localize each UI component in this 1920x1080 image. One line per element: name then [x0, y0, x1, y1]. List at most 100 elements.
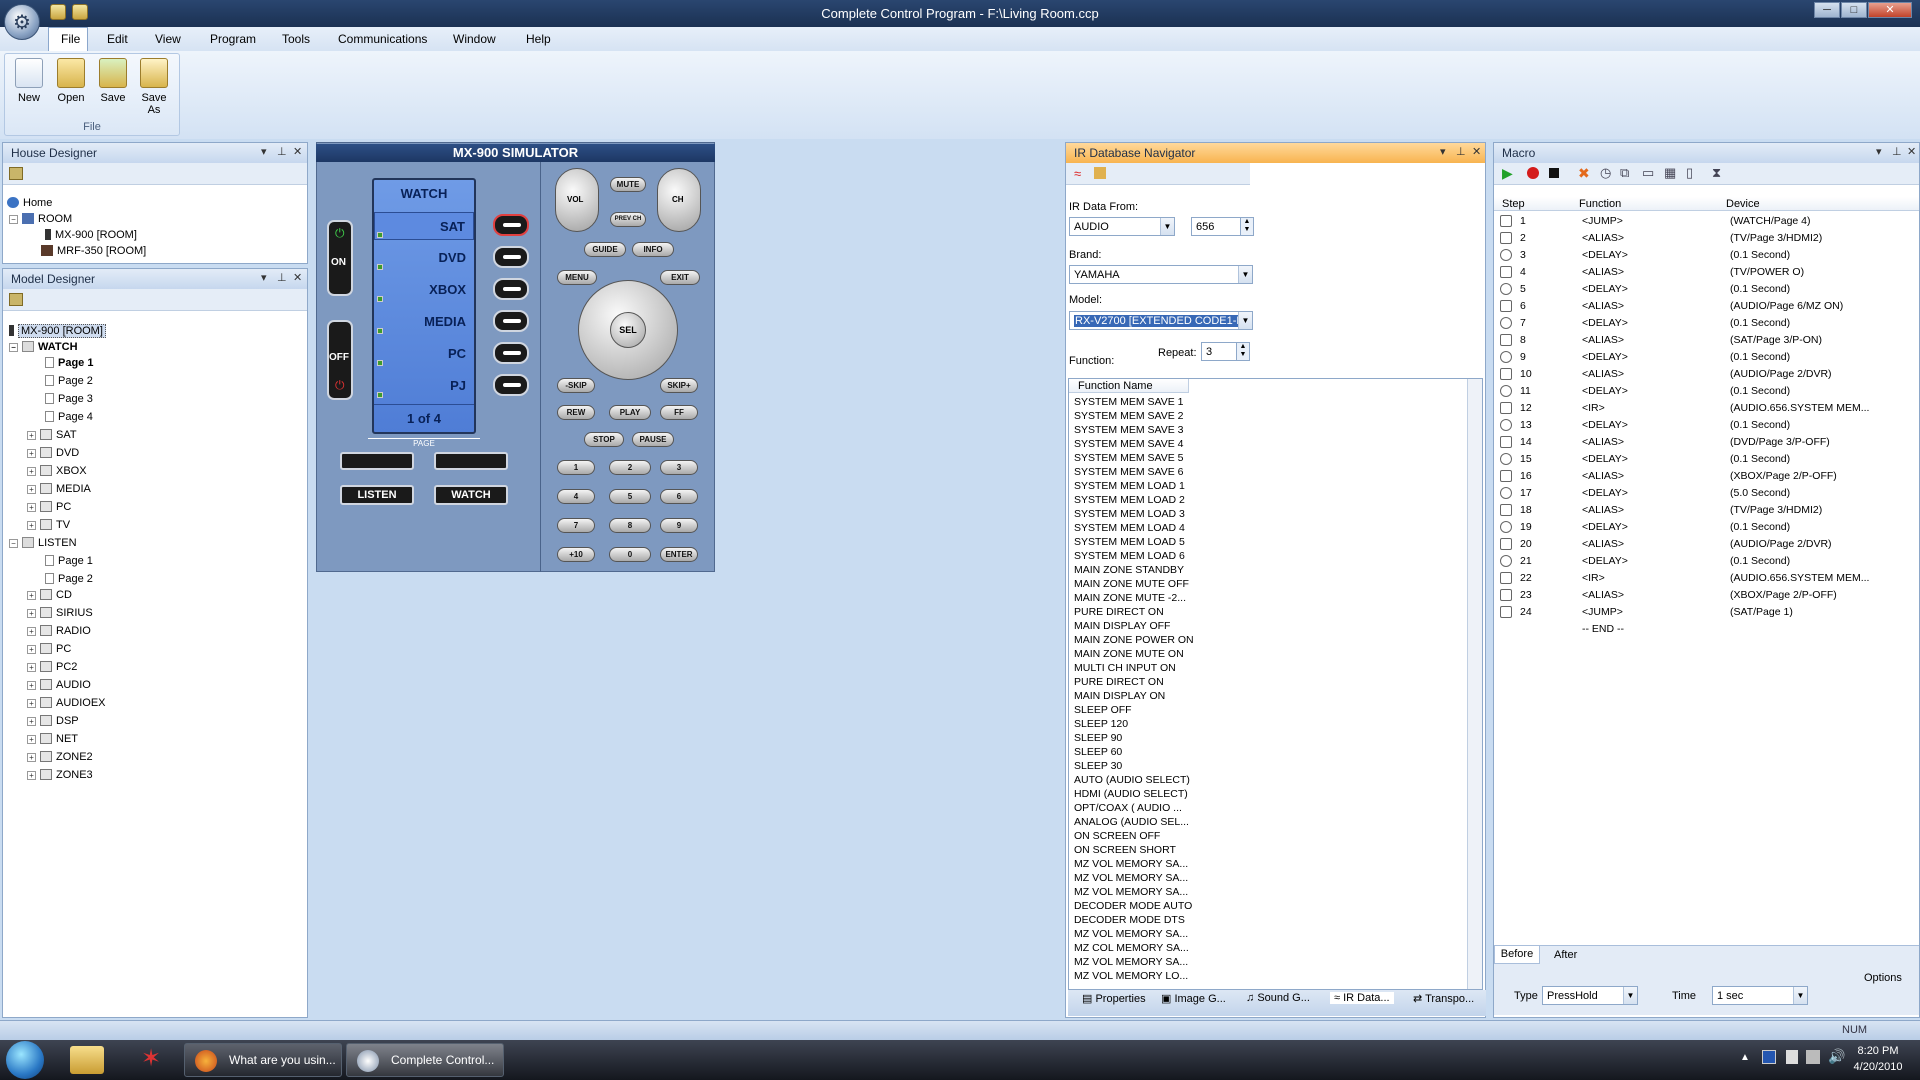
tab-properties[interactable]: ▤ Properties	[1082, 992, 1146, 1005]
function-item[interactable]: SYSTEM MEM LOAD 2	[1074, 494, 1185, 506]
function-item[interactable]: MZ VOL MEMORY SA...	[1074, 858, 1188, 870]
dropdown-icon[interactable]: ▾	[261, 145, 267, 158]
close-icon[interactable]: ✕	[293, 145, 302, 158]
macro-step-row[interactable]: 12 <IR> (AUDIO.656.SYSTEM MEM...	[1494, 400, 1919, 417]
add-icon[interactable]	[9, 167, 23, 180]
function-item[interactable]: SYSTEM MEM SAVE 2	[1074, 410, 1184, 422]
code-input[interactable]: 656	[1191, 217, 1241, 236]
expand-icon[interactable]: +	[27, 485, 36, 494]
tree-room[interactable]: − ROOM	[9, 211, 72, 227]
macro-step-row[interactable]: 15 <DELAY> (0.1 Second)	[1494, 451, 1919, 468]
quick-access-open-icon[interactable]	[50, 4, 66, 20]
minimize-button[interactable]: ─	[1814, 2, 1840, 18]
function-name-column[interactable]: Function Name	[1069, 379, 1189, 393]
timer-icon[interactable]: ⧗	[1712, 165, 1721, 181]
tray-arrow-icon[interactable]: ▲	[1740, 1052, 1750, 1063]
remote-button-skipm[interactable]: -SKIP	[557, 378, 595, 393]
menu-file[interactable]: File	[61, 32, 80, 46]
tray-network-icon[interactable]	[1806, 1050, 1820, 1064]
tree-listen-device-net[interactable]: + NET	[27, 731, 78, 747]
menu-tools[interactable]: Tools	[282, 32, 310, 46]
lcd-item-media[interactable]: MEDIA	[374, 308, 474, 336]
close-button[interactable]: ✕	[1868, 2, 1912, 18]
collapse-icon[interactable]: −	[9, 343, 18, 352]
delete-icon[interactable]: ✖	[1578, 165, 1590, 182]
lcd-item-sat[interactable]: SAT	[374, 212, 474, 240]
menu-edit[interactable]: Edit	[107, 32, 128, 46]
function-item[interactable]: SYSTEM MEM LOAD 6	[1074, 550, 1185, 562]
menu-help[interactable]: Help	[526, 32, 551, 46]
function-item[interactable]: SYSTEM MEM LOAD 3	[1074, 508, 1185, 520]
alias-icon[interactable]: ⧉	[1620, 165, 1629, 181]
menu-button[interactable]: MENU	[557, 270, 597, 285]
add-icon[interactable]	[9, 293, 23, 306]
function-item[interactable]: DECODER MODE DTS	[1074, 914, 1185, 926]
column-device[interactable]: Device	[1726, 198, 1760, 210]
tree-watch-page-1[interactable]: Page 1	[45, 355, 93, 371]
guide-button[interactable]: GUIDE	[584, 242, 626, 257]
expand-icon[interactable]: +	[27, 735, 36, 744]
expand-icon[interactable]: +	[27, 681, 36, 690]
tab-image-gallery[interactable]: ▣ Image G...	[1161, 992, 1226, 1005]
column-function[interactable]: Function	[1579, 198, 1621, 210]
page-right-button[interactable]	[434, 452, 508, 470]
tree-watch-page-4[interactable]: Page 4	[45, 409, 93, 425]
function-item[interactable]: PURE DIRECT ON	[1074, 676, 1164, 688]
chevron-down-icon[interactable]: ▼	[1238, 312, 1252, 329]
tree-mx900[interactable]: MX-900 [ROOM]	[45, 227, 137, 243]
expand-icon[interactable]: +	[27, 663, 36, 672]
remote-button-n10[interactable]: +10	[557, 547, 595, 562]
stop-icon[interactable]	[1549, 168, 1559, 178]
tree-listen-page-1[interactable]: Page 1	[45, 553, 93, 569]
collapse-icon[interactable]: −	[9, 539, 18, 548]
function-item[interactable]: OPT/COAX ( AUDIO ...	[1074, 802, 1182, 814]
tree-watch-device-sat[interactable]: + SAT	[27, 427, 77, 443]
expand-icon[interactable]: +	[27, 609, 36, 618]
expand-icon[interactable]: +	[27, 591, 36, 600]
start-button[interactable]	[6, 1041, 44, 1079]
repeat-input[interactable]: 3	[1201, 342, 1237, 361]
column-step[interactable]: Step	[1502, 198, 1525, 210]
function-item[interactable]: MZ VOL MEMORY SA...	[1074, 886, 1188, 898]
repeat-spinner[interactable]: ▲ ▼	[1236, 342, 1250, 361]
tree-mrf350[interactable]: MRF-350 [ROOM]	[41, 243, 146, 259]
tree-listen-device-sirius[interactable]: + SIRIUS	[27, 605, 93, 621]
save-button[interactable]: Save	[95, 58, 131, 104]
function-item[interactable]: MZ VOL MEMORY SA...	[1074, 928, 1188, 940]
tree-listen-device-dsp[interactable]: + DSP	[27, 713, 79, 729]
function-item[interactable]: SYSTEM MEM SAVE 6	[1074, 466, 1184, 478]
function-item[interactable]: ON SCREEN OFF	[1074, 830, 1160, 842]
expand-icon[interactable]: +	[27, 645, 36, 654]
lcd-item-pc[interactable]: PC	[374, 340, 474, 368]
function-item[interactable]: MAIN ZONE MUTE OFF	[1074, 578, 1189, 590]
tab-after[interactable]: After	[1554, 949, 1577, 961]
quick-access-save-icon[interactable]	[72, 4, 88, 20]
tab-transport[interactable]: ⇄ Transpo...	[1413, 992, 1474, 1005]
tree-listen-device-zone2[interactable]: + ZONE2	[27, 749, 93, 765]
expand-icon[interactable]: +	[27, 771, 36, 780]
function-item[interactable]: ON SCREEN SHORT	[1074, 844, 1176, 856]
remote-button-stop[interactable]: STOP	[584, 432, 624, 447]
save-as-button[interactable]: Save As	[137, 58, 171, 116]
tree-listen-device-pc2[interactable]: + PC2	[27, 659, 77, 675]
side-key-6[interactable]	[493, 374, 529, 396]
macro-step-row[interactable]: 23 <ALIAS> (XBOX/Page 2/P-OFF)	[1494, 587, 1919, 604]
function-item[interactable]: SYSTEM MEM LOAD 5	[1074, 536, 1185, 548]
delay-icon[interactable]: ◷	[1600, 165, 1611, 181]
info-button[interactable]: INFO	[632, 242, 674, 257]
function-item[interactable]: SYSTEM MEM LOAD 4	[1074, 522, 1185, 534]
watch-button[interactable]: WATCH	[434, 485, 508, 505]
time-select[interactable]: 1 sec ▼	[1712, 986, 1808, 1005]
macro-step-row[interactable]: 7 <DELAY> (0.1 Second)	[1494, 315, 1919, 332]
function-item[interactable]: SYSTEM MEM SAVE 4	[1074, 438, 1184, 450]
remote-button-n2[interactable]: 2	[609, 460, 651, 475]
explorer-folder-icon[interactable]	[70, 1046, 104, 1074]
tree-listen-device-audioex[interactable]: + AUDIOEX	[27, 695, 106, 711]
side-key-1[interactable]	[493, 214, 529, 236]
remote-icon[interactable]: ▯	[1686, 165, 1693, 181]
expand-icon[interactable]: +	[27, 503, 36, 512]
tree-watch-device-dvd[interactable]: + DVD	[27, 445, 79, 461]
pin-icon[interactable]: ⊥	[1892, 145, 1902, 158]
function-item[interactable]: MZ VOL MEMORY LO...	[1074, 970, 1188, 982]
tab-ir-data[interactable]: ≈ IR Data...	[1330, 992, 1394, 1004]
